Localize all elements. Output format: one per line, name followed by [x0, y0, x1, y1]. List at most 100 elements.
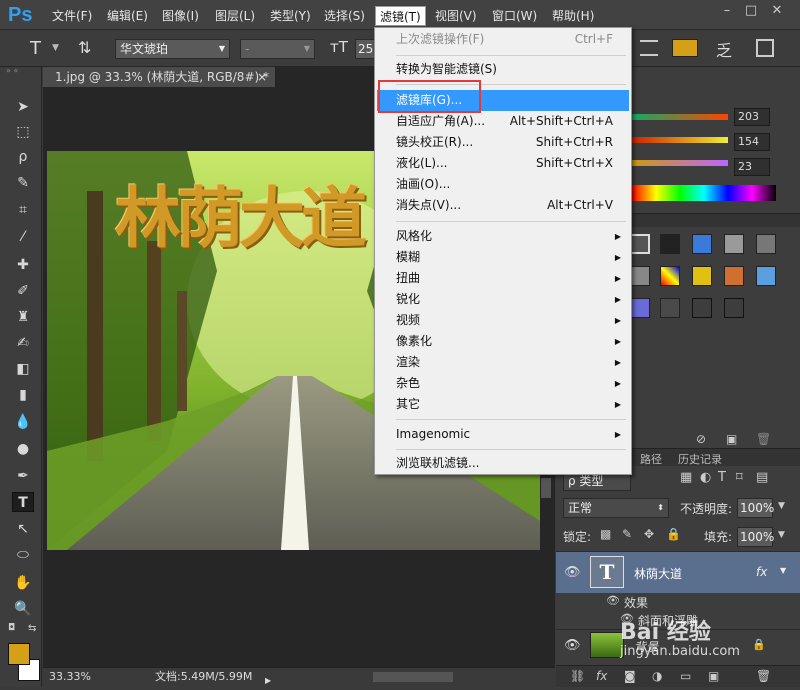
menu-item-liquify[interactable]: 液化(L)... Shift+Ctrl+X: [377, 153, 629, 174]
lasso-tool-icon[interactable]: ρ: [12, 147, 34, 167]
new-group-icon[interactable]: ▭: [680, 669, 691, 683]
move-tool-icon[interactable]: ➤: [12, 97, 34, 117]
font-size-field[interactable]: 25: [355, 39, 375, 59]
dodge-tool-icon[interactable]: ●: [12, 439, 34, 459]
style-swatch-2[interactable]: [660, 234, 680, 254]
filter-pixel-icon[interactable]: ▦: [680, 470, 692, 485]
chevron-down-icon[interactable]: ▼: [778, 530, 785, 540]
menu-item-oil-paint[interactable]: 油画(O)...: [377, 174, 629, 195]
text-color-swatch[interactable]: [672, 39, 698, 57]
opacity-field[interactable]: 100%: [737, 498, 774, 518]
history-brush-tool-icon[interactable]: ✍: [12, 333, 34, 353]
chevron-down-icon[interactable]: ▼: [778, 501, 785, 511]
menu-item-vanishing-point[interactable]: 消失点(V)... Alt+Ctrl+V: [377, 195, 629, 216]
menu-edit[interactable]: 编辑(E): [103, 6, 152, 26]
close-tab-icon[interactable]: ×: [257, 67, 267, 87]
new-style-icon[interactable]: ▣: [726, 432, 737, 446]
eye-icon[interactable]: 👁: [606, 594, 620, 607]
link-layers-icon[interactable]: ⛓: [570, 669, 585, 683]
warp-text-icon[interactable]: 乏: [716, 37, 732, 61]
menu-item-imagenomic[interactable]: Imagenomic ▶: [377, 424, 629, 445]
fx-icon[interactable]: fx: [756, 565, 767, 579]
new-layer-icon[interactable]: ▣: [708, 669, 719, 683]
menu-item-convert-smart-filter[interactable]: 转换为智能滤镜(S): [377, 59, 629, 80]
blue-slider-track[interactable]: [632, 160, 728, 166]
tab-paths[interactable]: 路径: [640, 451, 662, 467]
menu-type[interactable]: 类型(Y): [266, 6, 315, 26]
filter-type-icon[interactable]: T: [718, 470, 726, 485]
swap-colors-icon[interactable]: ⇆: [28, 623, 36, 634]
chevron-right-icon[interactable]: ▶: [265, 672, 271, 690]
hand-tool-icon[interactable]: ✋: [12, 573, 34, 593]
color-spectrum[interactable]: [632, 185, 776, 201]
menu-layer[interactable]: 图层(L): [211, 6, 259, 26]
gradient-tool-icon[interactable]: ▮: [12, 385, 34, 405]
menu-select[interactable]: 选择(S): [320, 6, 369, 26]
menu-image[interactable]: 图像(I): [158, 6, 203, 26]
menu-item-stylize[interactable]: 风格化 ▶: [377, 226, 629, 247]
pen-tool-icon[interactable]: ✒: [12, 466, 34, 486]
clone-stamp-tool-icon[interactable]: ♜: [12, 307, 34, 327]
menu-item-render[interactable]: 渲染 ▶: [377, 352, 629, 373]
type-tool-preset-icon[interactable]: T: [30, 38, 41, 59]
style-swatch-4[interactable]: [724, 234, 744, 254]
style-swatch-14[interactable]: [724, 298, 744, 318]
eye-icon[interactable]: 👁: [564, 638, 581, 653]
trash-icon[interactable]: 🗑: [756, 669, 771, 683]
style-swatch-10[interactable]: [756, 266, 776, 286]
chevron-down-icon[interactable]: ▼: [780, 566, 786, 575]
style-swatch-6[interactable]: [630, 266, 650, 286]
lock-all-icon[interactable]: 🔒: [666, 527, 681, 541]
style-swatch-13[interactable]: [692, 298, 712, 318]
green-slider-track[interactable]: [632, 137, 728, 143]
maximize-button[interactable]: □: [740, 2, 762, 20]
eraser-tool-icon[interactable]: ◧: [12, 359, 34, 379]
menu-view[interactable]: 视图(V): [431, 6, 481, 26]
justify-icon[interactable]: [640, 40, 658, 56]
eyedropper-tool-icon[interactable]: ⁄: [12, 227, 34, 247]
horizontal-scrollbar[interactable]: [373, 672, 453, 682]
layer-name[interactable]: 林荫大道: [634, 565, 682, 582]
font-family-select[interactable]: 华文琥珀 ▼: [115, 39, 230, 59]
blur-tool-icon[interactable]: 💧: [12, 412, 34, 432]
menu-filter[interactable]: 滤镜(T): [375, 6, 426, 26]
chevron-down-icon[interactable]: ▼: [52, 43, 59, 53]
zoom-level[interactable]: 33.33%: [49, 668, 91, 686]
marquee-tool-icon[interactable]: ⬚: [12, 122, 34, 142]
trash-icon[interactable]: 🗑: [756, 432, 771, 446]
quick-select-tool-icon[interactable]: ✎: [12, 173, 34, 193]
menu-item-browse-online-filters[interactable]: 浏览联机滤镜...: [377, 453, 629, 474]
lock-pixels-icon[interactable]: ✎: [622, 527, 632, 541]
path-selection-tool-icon[interactable]: ↖: [12, 519, 34, 539]
text-orientation-icon[interactable]: ⇅: [78, 38, 91, 57]
layer-effects-row[interactable]: 👁 效果: [556, 593, 800, 611]
lock-position-icon[interactable]: ✥: [644, 527, 654, 541]
healing-brush-tool-icon[interactable]: ✚: [12, 255, 34, 275]
foreground-color-swatch[interactable]: [8, 643, 30, 665]
menu-item-distort[interactable]: 扭曲 ▶: [377, 268, 629, 289]
scrollbar-thumb[interactable]: [541, 478, 551, 498]
fill-field[interactable]: 100%: [737, 527, 774, 547]
zoom-tool-icon[interactable]: 🔍: [12, 599, 34, 619]
menu-item-blur[interactable]: 模糊 ▶: [377, 247, 629, 268]
style-swatch-none[interactable]: [630, 234, 650, 254]
style-swatch-11[interactable]: [630, 298, 650, 318]
style-swatch-8[interactable]: [692, 266, 712, 286]
style-swatch-3[interactable]: [692, 234, 712, 254]
menu-item-adaptive-wide-angle[interactable]: 自适应广角(A)... Alt+Shift+Ctrl+A: [377, 111, 629, 132]
document-tab[interactable]: 1.jpg @ 33.3% (林荫大道, RGB/8#) * ×: [43, 67, 276, 87]
style-swatch-12[interactable]: [660, 298, 680, 318]
blue-value-field[interactable]: 23: [734, 158, 770, 176]
menu-item-other[interactable]: 其它 ▶: [377, 394, 629, 415]
menu-item-sharpen[interactable]: 锐化 ▶: [377, 289, 629, 310]
green-value-field[interactable]: 154: [734, 133, 770, 151]
style-swatch-7[interactable]: [660, 266, 680, 286]
menu-item-pixelate[interactable]: 像素化 ▶: [377, 331, 629, 352]
red-slider-track[interactable]: [632, 114, 728, 120]
menu-item-lens-correction[interactable]: 镜头校正(R)... Shift+Ctrl+R: [377, 132, 629, 153]
type-tool-icon[interactable]: T: [12, 492, 34, 512]
default-colors-icon[interactable]: ◘: [8, 623, 15, 633]
menu-item-noise[interactable]: 杂色 ▶: [377, 373, 629, 394]
style-swatch-5[interactable]: [756, 234, 776, 254]
red-value-field[interactable]: 203: [734, 108, 770, 126]
